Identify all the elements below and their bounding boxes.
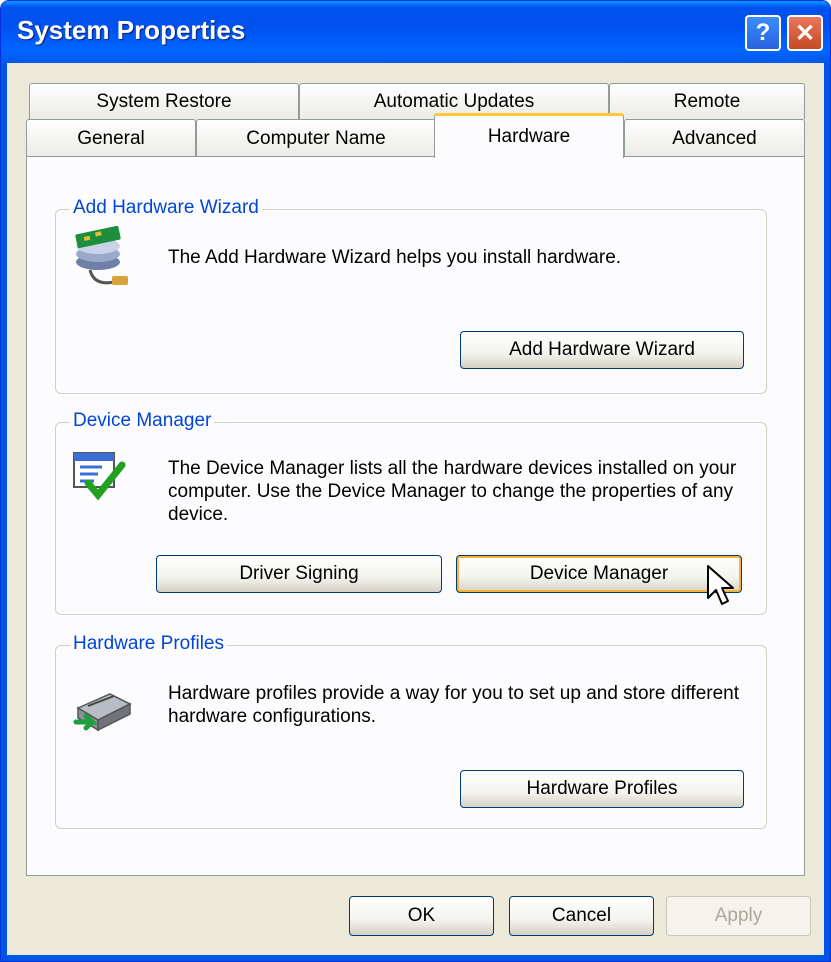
- tab-system-restore[interactable]: System Restore: [29, 83, 299, 119]
- device-manager-group: Device Manager The Device Manager lists …: [55, 410, 767, 615]
- window-frame-left: [1, 63, 7, 961]
- device-manager-legend: Device Manager: [70, 410, 215, 432]
- hardware-profiles-description: Hardware profiles provide a way for you …: [168, 683, 740, 727]
- hardware-profiles-icon: [72, 678, 134, 739]
- window-frame-bottom: [1, 955, 830, 961]
- hardware-profiles-button[interactable]: Hardware Profiles: [460, 770, 744, 808]
- window-title: System Properties: [17, 15, 246, 45]
- device-manager-icon: [72, 451, 128, 508]
- add-hardware-group: Add Hardware Wizard The Add Hardware Wiz…: [55, 197, 767, 394]
- tab-general[interactable]: General: [26, 119, 196, 157]
- tab-remote[interactable]: Remote: [609, 83, 805, 119]
- add-hardware-legend: Add Hardware Wizard: [70, 197, 262, 219]
- hardware-tab-panel: Add Hardware Wizard The Add Hardware Wiz…: [26, 156, 805, 876]
- ok-button[interactable]: OK: [349, 896, 494, 936]
- hardware-profiles-group: Hardware Profiles Hardware profiles prov…: [55, 633, 767, 829]
- cancel-button[interactable]: Cancel: [509, 896, 654, 936]
- window-frame-right: [824, 63, 830, 961]
- add-hardware-icon: [72, 224, 134, 301]
- tab-hardware[interactable]: Hardware: [434, 113, 624, 158]
- add-hardware-wizard-button[interactable]: Add Hardware Wizard: [460, 331, 744, 369]
- add-hardware-description: The Add Hardware Wizard helps you instal…: [168, 247, 622, 268]
- system-properties-window: System Properties ? ✕ System Restore Aut…: [0, 0, 831, 962]
- device-manager-button[interactable]: Device Manager: [456, 555, 742, 593]
- tab-computer-name[interactable]: Computer Name: [196, 119, 436, 157]
- close-button[interactable]: ✕: [787, 15, 823, 51]
- help-button[interactable]: ?: [745, 15, 781, 51]
- mouse-cursor-icon: [706, 564, 736, 613]
- hardware-profiles-legend: Hardware Profiles: [70, 633, 227, 655]
- tab-advanced[interactable]: Advanced: [624, 119, 805, 157]
- device-manager-description: The Device Manager lists all the hardwar…: [168, 458, 737, 525]
- title-bar[interactable]: System Properties ? ✕: [1, 1, 830, 63]
- driver-signing-button[interactable]: Driver Signing: [156, 555, 442, 593]
- apply-button[interactable]: Apply: [666, 896, 811, 936]
